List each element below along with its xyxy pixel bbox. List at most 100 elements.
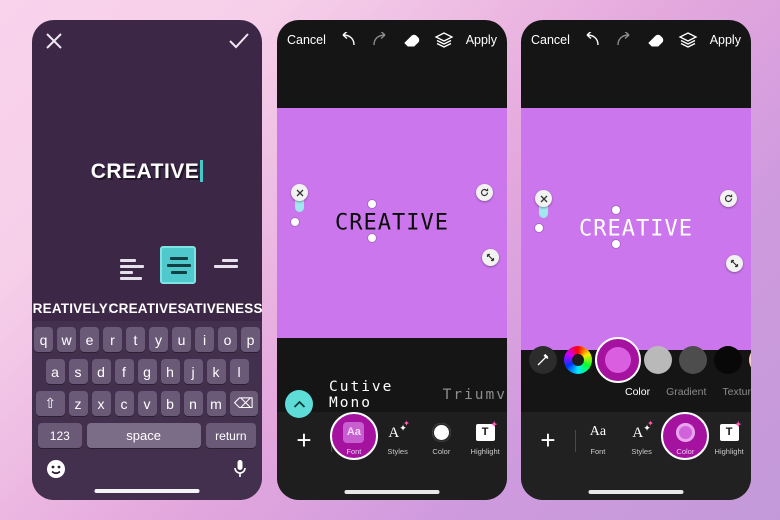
key-g[interactable]: g — [137, 359, 157, 384]
undo-icon[interactable] — [582, 32, 602, 48]
keyboard-row-1: q w e r t y u i o p — [34, 327, 260, 352]
key-b[interactable]: b — [160, 391, 180, 416]
home-indicator — [344, 490, 440, 494]
key-x[interactable]: x — [91, 391, 111, 416]
key-r[interactable]: r — [103, 327, 122, 352]
align-left-button[interactable] — [120, 251, 154, 285]
key-i[interactable]: i — [195, 327, 214, 352]
backspace-key[interactable]: ⌫ — [229, 391, 258, 416]
canvas-text-input[interactable]: CREATIVE — [32, 160, 262, 184]
key-p[interactable]: p — [241, 327, 260, 352]
key-f[interactable]: f — [114, 359, 134, 384]
tab-gradient[interactable]: Gradient — [666, 386, 706, 402]
rotate-handle[interactable] — [476, 184, 493, 201]
tab-texture[interactable]: Texture — [722, 386, 751, 402]
dock-item-highlight[interactable]: T ✦ Highlight — [463, 420, 507, 457]
layers-icon[interactable] — [678, 31, 698, 49]
dock-item-highlight[interactable]: T ✦ Highlight — [707, 420, 751, 457]
space-key[interactable]: space — [86, 423, 201, 448]
swatch-pink[interactable] — [749, 346, 751, 374]
edge-handle-top[interactable] — [368, 200, 376, 208]
key-w[interactable]: w — [57, 327, 76, 352]
edge-handle-left[interactable] — [291, 218, 299, 226]
emoji-icon[interactable] — [46, 459, 66, 479]
delete-handle[interactable] — [291, 184, 308, 201]
check-icon[interactable] — [229, 33, 249, 49]
eraser-icon[interactable] — [646, 31, 666, 49]
phone2-dock: + Aa Font A✦ ✦ Styles Color T ✦ Highligh… — [277, 412, 507, 500]
suggestion-item[interactable]: REATIVELY — [32, 301, 109, 316]
microphone-icon[interactable] — [232, 459, 248, 479]
phone3-canvas[interactable]: CREATIVE — [521, 108, 751, 350]
key-u[interactable]: u — [172, 327, 191, 352]
redo-icon[interactable] — [614, 32, 634, 48]
edge-handle-top[interactable] — [612, 206, 620, 214]
swatch-selected-magenta[interactable] — [595, 337, 641, 383]
apply-button[interactable]: Apply — [710, 33, 741, 47]
apply-button[interactable]: Apply — [466, 33, 497, 47]
numbers-key[interactable]: 123 — [38, 423, 82, 448]
key-q[interactable]: q — [34, 327, 53, 352]
swatch-light-gray[interactable] — [644, 346, 672, 374]
eraser-icon[interactable] — [402, 31, 422, 49]
font-option-cutive-mono[interactable]: Cutive Mono — [329, 379, 429, 411]
key-a[interactable]: a — [45, 359, 65, 384]
cancel-button[interactable]: Cancel — [531, 33, 570, 47]
rotate-handle[interactable] — [720, 190, 737, 207]
redo-icon[interactable] — [370, 32, 390, 48]
color-wheel-swatch[interactable] — [564, 346, 592, 374]
key-o[interactable]: o — [218, 327, 237, 352]
key-y[interactable]: y — [149, 327, 168, 352]
key-l[interactable]: l — [229, 359, 249, 384]
color-swatch-row — [521, 337, 751, 383]
key-s[interactable]: s — [68, 359, 88, 384]
key-d[interactable]: d — [91, 359, 111, 384]
key-m[interactable]: m — [206, 391, 226, 416]
key-h[interactable]: h — [160, 359, 180, 384]
dock-item-styles[interactable]: A✦ ✦ Styles — [376, 419, 420, 457]
dock-label-highlight: Highlight — [714, 447, 744, 456]
key-z[interactable]: z — [68, 391, 88, 416]
close-icon[interactable] — [45, 32, 63, 50]
resize-handle[interactable] — [482, 249, 499, 266]
key-n[interactable]: n — [183, 391, 203, 416]
dock-item-font[interactable]: Aa Font — [329, 412, 378, 460]
resize-handle[interactable] — [726, 255, 743, 272]
edge-handle-left[interactable] — [535, 224, 543, 232]
layers-icon[interactable] — [434, 31, 454, 49]
shift-key[interactable]: ⇧ — [36, 391, 65, 416]
suggestion-item[interactable]: CREATIVES — [108, 301, 185, 316]
collapse-panel-button[interactable] — [285, 390, 313, 418]
phone2-canvas[interactable]: CREATIVE — [277, 108, 507, 338]
edge-handle-bottom[interactable] — [368, 234, 376, 242]
dock-items: + Aa Font A✦ ✦ Styles Color T ✦ Highligh… — [521, 412, 751, 460]
key-t[interactable]: t — [126, 327, 145, 352]
dock-item-styles[interactable]: A✦ ✦ Styles — [620, 419, 664, 457]
home-indicator — [94, 489, 200, 493]
eyedropper-swatch[interactable] — [529, 346, 557, 374]
add-button[interactable]: + — [521, 420, 575, 460]
key-c[interactable]: c — [114, 391, 134, 416]
cancel-button[interactable]: Cancel — [287, 33, 326, 47]
key-v[interactable]: v — [137, 391, 157, 416]
key-j[interactable]: j — [183, 359, 203, 384]
swatch-black[interactable] — [714, 346, 742, 374]
edge-handle-bottom[interactable] — [612, 240, 620, 248]
align-right-button[interactable] — [204, 251, 238, 285]
align-center-button[interactable] — [160, 246, 196, 284]
key-k[interactable]: k — [206, 359, 226, 384]
dock-item-color[interactable]: Color — [661, 412, 710, 460]
tab-color[interactable]: Color — [625, 386, 650, 402]
swatch-dark-gray[interactable] — [679, 346, 707, 374]
return-key[interactable]: return — [205, 423, 256, 448]
suggestion-item[interactable]: ATIVENESS — [185, 301, 262, 316]
dock-item-font[interactable]: Aa Font — [576, 420, 620, 456]
dock-item-color[interactable]: Color — [420, 420, 464, 456]
keyboard-suggestion-bar: REATIVELY CREATIVES ATIVENESS — [32, 295, 262, 321]
eyedropper-icon — [537, 353, 549, 366]
font-option-triumv[interactable]: Triumv — [443, 387, 507, 403]
delete-handle[interactable] — [535, 190, 552, 207]
key-e[interactable]: e — [80, 327, 99, 352]
undo-icon[interactable] — [338, 32, 358, 48]
add-button[interactable]: + — [277, 420, 331, 460]
